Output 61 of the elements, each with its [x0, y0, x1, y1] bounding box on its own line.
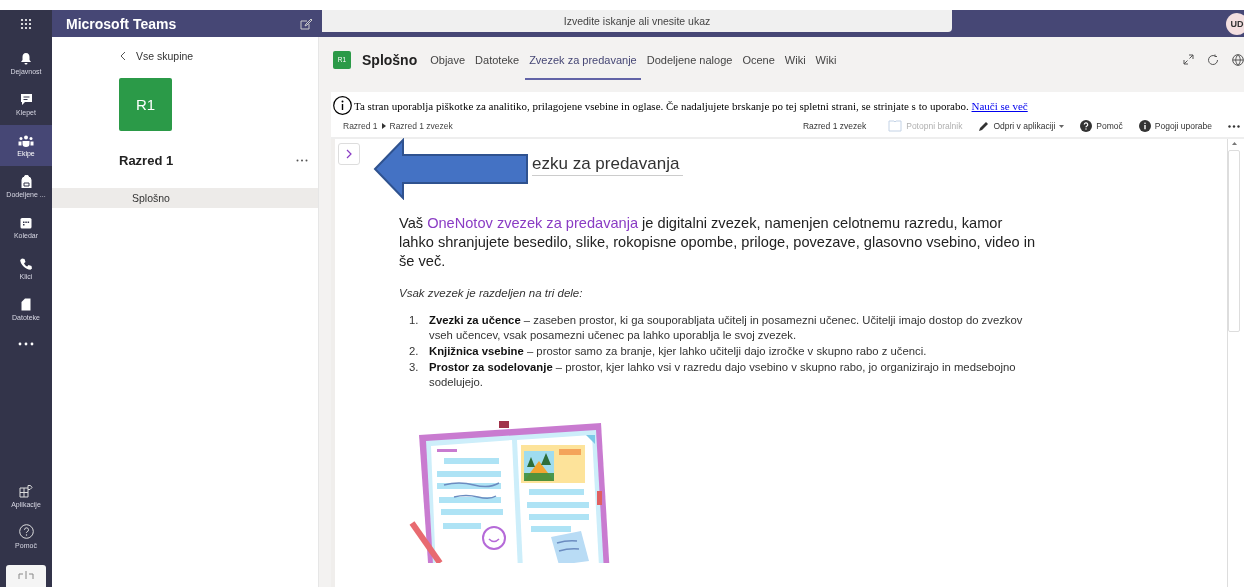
- caret-down-icon: [1059, 124, 1065, 128]
- file-icon: [21, 298, 31, 311]
- tab[interactable]: Wiki: [811, 39, 841, 80]
- chevron-left-icon: [120, 51, 126, 61]
- more-icon[interactable]: [1228, 124, 1240, 128]
- phone-icon: [20, 257, 32, 270]
- tab[interactable]: Wiki: [780, 39, 810, 80]
- tab[interactable]: Dodeljene naloge: [642, 39, 737, 80]
- chat-icon: [19, 93, 33, 106]
- more-icon[interactable]: [18, 342, 34, 346]
- more-icon[interactable]: [296, 159, 308, 162]
- app-launcher-icon[interactable]: [20, 17, 32, 30]
- caret-right-icon: [381, 123, 386, 129]
- apps-icon: [19, 483, 33, 498]
- list-number: 1.: [409, 313, 420, 328]
- cookie-notice: Ta stran uporablja piškotke za analitiko, prilagojene vsebine in oglase. Če nadaljujete brskanje po tej spletni strani, se strinjate s to uporabo. Nauči se več: [354, 99, 1028, 112]
- pencil-icon: [978, 120, 990, 132]
- team-name: Razred 1: [119, 153, 174, 168]
- backpack-icon: [20, 175, 32, 188]
- list-item-text: Knjižnica vsebine – prostor samo za branje, kjer lahko učitelji dajo izročke v skupno rabo z učenci.: [429, 344, 927, 359]
- breadcrumb-item[interactable]: Razred 1: [343, 121, 378, 131]
- learn-more-link[interactable]: Nauči se več: [971, 99, 1028, 112]
- back-link[interactable]: Vse skupine: [52, 37, 318, 62]
- help-icon: [18, 524, 34, 539]
- scroll-up-icon[interactable]: [1229, 139, 1239, 148]
- toolbar-button[interactable]: Pogoji uporabe: [1138, 120, 1212, 132]
- toolbar-button[interactable]: Pomoč: [1080, 120, 1123, 132]
- breadcrumb-item[interactable]: Razred 1 zvezek: [389, 121, 453, 131]
- tab[interactable]: Objave: [426, 39, 470, 80]
- refresh-icon[interactable]: [1207, 53, 1219, 66]
- tab[interactable]: Ocene: [738, 39, 779, 80]
- info-icon: [333, 96, 352, 115]
- bell-icon: [20, 52, 32, 65]
- list-number: 2.: [409, 344, 420, 359]
- app-title: Microsoft Teams: [66, 15, 177, 32]
- people-icon: [18, 134, 34, 147]
- expand-icon[interactable]: [1183, 54, 1194, 65]
- channel-name: Splošno: [362, 51, 418, 68]
- page-title: ezku za predavanja: [532, 154, 684, 176]
- help-icon: [1080, 120, 1093, 132]
- section-intro: Vsak zvezek je razdeljen na tri dele:: [399, 287, 584, 299]
- list-item-text: Zvezki za učence – zaseben prostor, ki ga souporabljata učitelj in posamezni učenec. Učitelji imajo dostop do zvezkov vseh učencev, vsak posamezni učenec pa lahko uporablja le svoj zvezek.: [429, 313, 1024, 343]
- tab[interactable]: Datoteke: [471, 39, 524, 80]
- list-item-text: Prostor za sodelovanje – prostor, kjer lahko vsi v razredu dajo vsebino v skupno rabo, jo organizirajo in medsebojno sodelujejo.: [429, 360, 1017, 390]
- info-icon: [1138, 120, 1151, 132]
- chevron-right-icon: [346, 149, 352, 159]
- channel-item[interactable]: Splošno: [52, 188, 318, 208]
- toolbar-button[interactable]: Odpri v aplikaciji: [978, 120, 1065, 132]
- book-icon: [888, 120, 903, 132]
- notebook-link[interactable]: OneNotov zvezek za predavanja: [427, 215, 639, 231]
- notebook-name: Razred 1 zvezek: [802, 121, 867, 131]
- intro-paragraph: Vaš OneNotov zvezek za predavanja je digitalni zvezek, namenjen celotnemu razredu, kamor lahko shranjujete besedilo, slike, rokopisne opombe, priloge, povezave, glasovno vsebino, video in še več.: [399, 214, 1037, 271]
- scrollbar[interactable]: [1227, 139, 1240, 587]
- list-number: 3.: [409, 360, 420, 375]
- search-field[interactable]: Izvedite iskanje ali vnesite ukaz: [322, 10, 952, 32]
- calendar-icon: [20, 216, 32, 229]
- globe-icon[interactable]: [1232, 53, 1244, 66]
- team-tile: R1: [119, 78, 172, 131]
- tab[interactable]: Zvezek za predavanje: [525, 39, 641, 80]
- compose-icon[interactable]: [300, 17, 312, 30]
- user-avatar[interactable]: UD: [1226, 12, 1244, 35]
